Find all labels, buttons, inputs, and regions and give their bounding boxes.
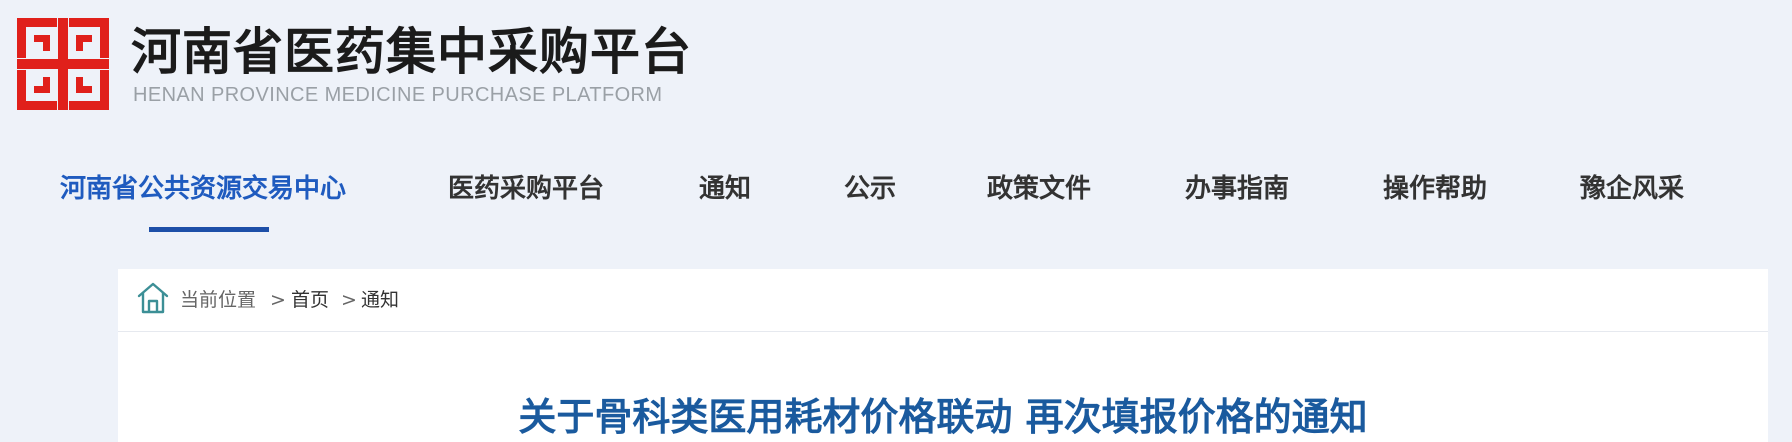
breadcrumb: 当前位置 > 首页 > 通知 — [118, 269, 1768, 332]
article-title: 关于骨科类医用耗材价格联动 再次填报价格的通知 — [518, 395, 1368, 439]
nav-item-service-guide[interactable]: 办事指南 — [1185, 171, 1289, 207]
nav-item-policy-documents[interactable]: 政策文件 — [987, 171, 1091, 207]
home-icon[interactable] — [136, 281, 170, 315]
nav-item-notice[interactable]: 通知 — [699, 171, 751, 207]
nav-item-enterprise-showcase[interactable]: 豫企风采 — [1580, 171, 1684, 207]
content-panel: 当前位置 > 首页 > 通知 关于骨科类医用耗材价格联动 再次填报价格的通知 — [118, 269, 1768, 442]
breadcrumb-label: 当前位置 — [180, 289, 257, 311]
breadcrumb-separator: > — [270, 289, 286, 311]
nav-item-announcement[interactable]: 公示 — [844, 171, 896, 207]
breadcrumb-current: 通知 — [361, 289, 400, 311]
nav-item-medicine-purchase[interactable]: 医药采购平台 — [448, 171, 604, 207]
site-subtitle: HENAN PROVINCE MEDICINE PURCHASE PLATFOR… — [133, 84, 663, 106]
site-title: 河南省医药集中采购平台 — [131, 23, 692, 81]
nav-item-public-resource-center[interactable]: 河南省公共资源交易中心 — [60, 171, 346, 207]
nav-item-operation-help[interactable]: 操作帮助 — [1383, 171, 1487, 207]
nav-active-indicator — [149, 227, 269, 232]
breadcrumb-separator: > — [341, 289, 357, 311]
breadcrumb-home-link[interactable]: 首页 — [291, 288, 329, 312]
logo-emblem-icon[interactable] — [17, 18, 109, 110]
